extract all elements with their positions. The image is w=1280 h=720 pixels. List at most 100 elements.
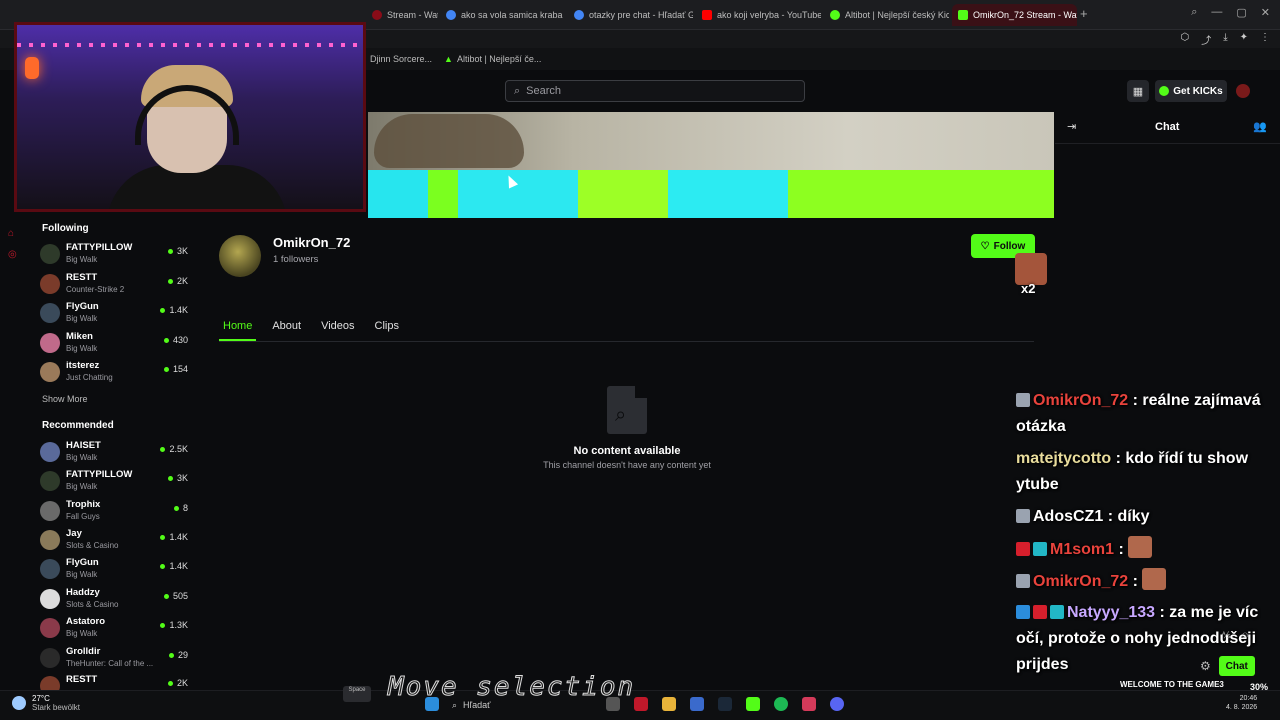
chat-send-button[interactable]: Chat bbox=[1218, 656, 1255, 676]
banner-glitch-strip bbox=[368, 170, 1054, 218]
show-more-link[interactable]: Show More bbox=[42, 394, 88, 404]
heart-icon: ♡ bbox=[980, 240, 990, 252]
viewer-count: 8 bbox=[173, 503, 188, 513]
minimize-icon[interactable]: — bbox=[1211, 6, 1222, 19]
sidebar-item[interactable]: Jay Slots & Casino 1.4K bbox=[40, 526, 192, 552]
chat-message: OmikrOn_72 : bbox=[1016, 568, 1266, 595]
kicks-coin-icon bbox=[1159, 86, 1170, 96]
live-dot-icon bbox=[167, 475, 173, 481]
windows-start-icon[interactable] bbox=[425, 697, 439, 711]
stream-overlay-banner: WELCOME TO THE GAME3 bbox=[1120, 680, 1224, 689]
space-key-overlay: Space bbox=[343, 686, 371, 702]
discord-icon[interactable] bbox=[830, 697, 844, 711]
home-icon[interactable]: ⌂ bbox=[8, 228, 17, 239]
avatar bbox=[40, 303, 60, 323]
gift-badge-icon bbox=[1033, 542, 1047, 556]
kick-icon[interactable] bbox=[746, 697, 760, 711]
share-icon[interactable]: ⤴ bbox=[1201, 32, 1211, 47]
menu-icon[interactable]: ⋮ bbox=[1260, 32, 1270, 47]
sidebar-item[interactable]: itsterez Just Chatting 154 bbox=[40, 358, 192, 384]
spotify-icon[interactable] bbox=[774, 697, 788, 711]
sidebar-item[interactable]: Haddzy Slots & Casino 505 bbox=[40, 585, 192, 611]
sidebar-item[interactable]: FlyGun Big Walk 1.4K bbox=[40, 555, 192, 581]
browser-tab[interactable]: Stream - Watc bbox=[366, 4, 438, 26]
task-view-icon[interactable] bbox=[606, 697, 620, 711]
empty-file-icon: ⌕ bbox=[607, 386, 647, 434]
app-icon[interactable] bbox=[690, 697, 704, 711]
browser-tab[interactable]: Altibot | Nejlepší český Kic bbox=[824, 4, 949, 26]
clock[interactable]: 20:46 4. 8. 2026 bbox=[1226, 694, 1257, 712]
search-icon: ⌕ bbox=[452, 699, 458, 710]
browser-tab[interactable]: ako sa vola samica kraba bbox=[440, 4, 565, 26]
steam-icon[interactable] bbox=[718, 697, 732, 711]
tab-videos[interactable]: Videos bbox=[317, 318, 358, 341]
avatar bbox=[40, 362, 60, 382]
tab-home[interactable]: Home bbox=[219, 318, 257, 341]
sidebar-item[interactable]: Grolldir TheHunter: Call of the ... 29 bbox=[40, 644, 192, 670]
user-avatar[interactable] bbox=[1236, 84, 1250, 98]
search-input[interactable]: ⌕ Search bbox=[505, 80, 805, 102]
chat-message: M1som1 : bbox=[1016, 536, 1266, 563]
browser-tab[interactable]: ako koji velryba - YouTube bbox=[696, 4, 821, 26]
verified-badge-icon bbox=[1016, 605, 1030, 619]
sidebar-item[interactable]: Astatoro Big Walk 1.3K bbox=[40, 614, 192, 640]
maximize-icon[interactable]: ▢ bbox=[1236, 6, 1246, 19]
emote-picker-icon[interactable]: ☺ bbox=[1241, 630, 1250, 640]
tab-clips[interactable]: Clips bbox=[371, 318, 403, 341]
sidebar-item[interactable]: Trophix Fall Guys 8 bbox=[40, 497, 192, 523]
moderator-badge-icon bbox=[1016, 393, 1030, 407]
browser-tab[interactable]: otazky pre chat - Hľadať G bbox=[568, 4, 693, 26]
browser-tab-active[interactable]: OmikrOn_72 Stream - Watc bbox=[952, 4, 1077, 26]
chat-message: matejtycotto : kdo řídí tu show ytube bbox=[1016, 450, 1249, 493]
extensions-icon[interactable]: ⬡ bbox=[1180, 32, 1189, 47]
live-dot-icon bbox=[163, 366, 169, 372]
layout-toggle-button[interactable]: ▦ bbox=[1127, 80, 1149, 102]
viewer-count: 3K bbox=[167, 246, 188, 256]
sidebar-item[interactable]: HAISET Big Walk 2.5K bbox=[40, 438, 192, 464]
tab-favicon-icon bbox=[372, 10, 382, 20]
live-dot-icon bbox=[167, 278, 173, 284]
slow-mode-icon[interactable]: ⅍ bbox=[1222, 630, 1231, 640]
opera-gx-icon[interactable] bbox=[634, 697, 648, 711]
live-dot-icon bbox=[160, 563, 166, 569]
viewer-count: 154 bbox=[163, 364, 188, 374]
collapse-chat-icon[interactable]: ⇥ bbox=[1067, 120, 1076, 133]
browse-icon[interactable]: ◎ bbox=[8, 249, 17, 260]
chat-users-icon[interactable]: 👥 bbox=[1253, 120, 1267, 133]
live-dot-icon bbox=[167, 248, 173, 254]
file-explorer-icon[interactable] bbox=[662, 697, 676, 711]
get-kicks-button[interactable]: Get KICKs bbox=[1155, 80, 1227, 102]
maps-icon[interactable] bbox=[802, 697, 816, 711]
sidebar-item[interactable]: FlyGun Big Walk 1.4K bbox=[40, 299, 192, 325]
sidebar-item[interactable]: RESTT 2K bbox=[40, 672, 192, 690]
bookmark-item[interactable]: ▲ Altibot | Nejlepší če... bbox=[444, 54, 541, 64]
bookmark-item[interactable]: Djinn Sorcere... bbox=[370, 54, 432, 64]
ai-icon[interactable]: ✦ bbox=[1240, 32, 1248, 47]
taskbar-search[interactable]: ⌕ Hľadať bbox=[452, 697, 572, 713]
search-tabs-icon[interactable]: ⌕ bbox=[1191, 6, 1197, 19]
chat-settings-gear-icon[interactable]: ⚙ bbox=[1200, 659, 1211, 673]
altibot-icon: ▲ bbox=[444, 54, 453, 64]
avatar bbox=[40, 244, 60, 264]
sidebar-rail: ⌂ ◎ bbox=[8, 228, 17, 260]
weather-widget[interactable]: 27°C Stark bewölkt bbox=[12, 694, 80, 712]
avatar bbox=[40, 333, 60, 353]
kick-icon bbox=[958, 10, 968, 20]
sidebar-item[interactable]: Miken Big Walk 430 bbox=[40, 329, 192, 355]
channel-avatar[interactable] bbox=[219, 235, 261, 277]
close-icon[interactable]: ✕ bbox=[1261, 6, 1270, 19]
lamp bbox=[25, 57, 39, 79]
new-tab-button[interactable]: + bbox=[1080, 6, 1088, 21]
sidebar-item[interactable]: FATTYPILLOW Big Walk 3K bbox=[40, 467, 192, 493]
viewer-count: 1.4K bbox=[160, 305, 188, 315]
toolbar-icons: ⬡ ⤴ ⤓ ✦ ⋮ bbox=[1180, 32, 1270, 47]
gift-badge-icon bbox=[1050, 605, 1064, 619]
viewer-count: 1.4K bbox=[160, 532, 188, 542]
following-title: Following bbox=[42, 223, 89, 234]
live-dot-icon bbox=[160, 534, 166, 540]
download-icon[interactable]: ⤓ bbox=[1223, 32, 1227, 47]
sidebar-item[interactable]: RESTT Counter-Strike 2 2K bbox=[40, 270, 192, 296]
chat-message: AdosCZ1 : díky bbox=[1016, 504, 1266, 530]
tab-about[interactable]: About bbox=[268, 318, 305, 341]
sidebar-item[interactable]: FATTYPILLOW Big Walk 3K bbox=[40, 240, 192, 266]
